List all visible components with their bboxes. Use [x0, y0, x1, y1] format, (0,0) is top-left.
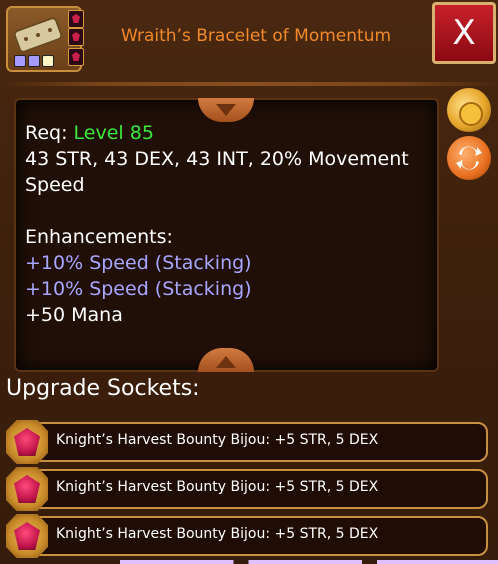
enhancement-line: +10% Speed (Stacking)	[25, 252, 252, 274]
socket-label: Knight’s Harvest Bounty Bijou: +5 STR, 5…	[56, 526, 379, 542]
socket-row[interactable]: Knight’s Harvest Bounty Bijou: +5 STR, 5…	[4, 467, 488, 513]
enhancement-line: +10% Speed (Stacking)	[25, 278, 252, 300]
swap-icon[interactable]	[447, 136, 491, 180]
bijou-gem-icon	[68, 28, 84, 46]
enhancements-title: Enhancements:	[25, 226, 173, 248]
rarity-indicators	[14, 55, 54, 67]
chevron-down-icon	[216, 104, 236, 116]
bottom-tab-strip[interactable]	[120, 560, 498, 564]
bijou-gem-icon[interactable]	[6, 514, 48, 558]
stats-line: Speed	[25, 174, 85, 196]
socket-row[interactable]: Knight’s Harvest Bounty Bijou: +5 STR, 5…	[4, 420, 488, 466]
bijou-gem-icon[interactable]	[6, 420, 48, 464]
swap-arrows-icon	[456, 146, 482, 170]
bijou-gem-icon	[68, 48, 84, 66]
description-text: Req: Level 85 43 STR, 43 DEX, 43 INT, 20…	[25, 120, 425, 328]
bijou-gem-icon	[68, 10, 84, 28]
socket-label: Knight’s Harvest Bounty Bijou: +5 STR, 5…	[56, 432, 379, 448]
chevron-up-icon	[216, 356, 236, 368]
header-divider	[0, 82, 498, 86]
item-icon-frame[interactable]	[6, 6, 84, 72]
gold-bag-icon[interactable]	[447, 88, 491, 132]
rarity-dot	[28, 55, 40, 67]
bracelet-icon	[13, 17, 63, 53]
item-title: Wraith’s Bracelet of Momentum	[120, 26, 392, 46]
req-label: Req:	[25, 122, 68, 144]
req-level: Level 85	[73, 122, 154, 144]
stats-line: 43 STR, 43 DEX, 43 INT, 20% Movement	[25, 148, 409, 170]
upgrade-sockets-title: Upgrade Sockets:	[6, 376, 200, 401]
rarity-dot	[42, 55, 54, 67]
bijou-gem-icon[interactable]	[6, 467, 48, 511]
socket-row[interactable]: Knight’s Harvest Bounty Bijou: +5 STR, 5…	[4, 514, 488, 560]
close-button[interactable]: X	[432, 2, 496, 64]
coin-emblem	[459, 102, 483, 126]
rarity-dot	[14, 55, 26, 67]
socket-label: Knight’s Harvest Bounty Bijou: +5 STR, 5…	[56, 479, 379, 495]
requirement-line: Req: Level 85	[25, 120, 425, 146]
enhancement-line: +50 Mana	[25, 304, 123, 326]
